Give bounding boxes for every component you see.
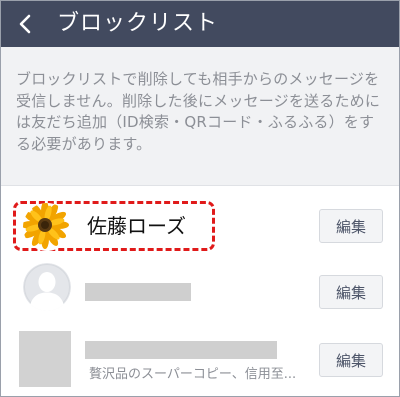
chevron-left-icon (19, 14, 31, 34)
blocked-user-row: 編集 (1, 259, 399, 319)
status-message: 贅沢品のスーパーコピー、信用至... (89, 367, 297, 382)
notice-text: ブロックリストで削除しても相手からのメッセージを受信しません。削除した後にメッセ… (16, 70, 381, 153)
redacted-name (85, 341, 277, 359)
contact-name: 佐藤ローズ (87, 214, 186, 238)
sunflower-photo (23, 203, 71, 251)
blocked-user-row: 佐藤ローズ 編集 (1, 197, 399, 257)
blocked-user-row: 贅沢品のスーパーコピー、信用至... 編集 (1, 331, 399, 391)
page-title: ブロックリスト (57, 11, 219, 36)
block-list-notice: ブロックリストで削除しても相手からのメッセージを受信しません。削除した後にメッセ… (1, 47, 399, 186)
edit-button[interactable]: 編集 (319, 209, 383, 243)
edit-button[interactable]: 編集 (319, 343, 383, 377)
block-list-screen: ブロックリスト ブロックリストで削除しても相手からのメッセージを受信しません。削… (0, 0, 400, 397)
header-bar: ブロックリスト (1, 1, 399, 47)
edit-button[interactable]: 編集 (319, 275, 383, 309)
back-button[interactable] (9, 7, 41, 41)
redacted-name (85, 283, 191, 301)
avatar[interactable] (23, 203, 71, 251)
default-person-icon (23, 263, 71, 311)
avatar[interactable] (19, 331, 71, 387)
avatar[interactable] (23, 263, 71, 311)
